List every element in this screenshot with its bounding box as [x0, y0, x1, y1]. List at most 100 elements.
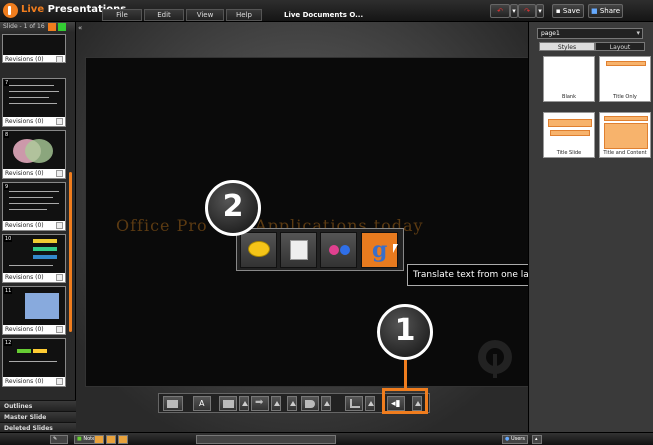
d-shape-icon — [305, 400, 315, 408]
save-button[interactable]: ▪ Save — [552, 4, 584, 18]
document-title: Live Documents O... — [284, 11, 364, 19]
app-logo-icon — [3, 3, 18, 18]
insert-text-button[interactable]: A — [193, 396, 211, 411]
shape-more-button[interactable] — [321, 396, 331, 411]
status-bar: ■ Notes ✎ ● Users ▴ — [0, 432, 653, 445]
top-bar: Live Presentations File Edit View Help L… — [0, 0, 653, 22]
slide-thumbnail[interactable]: 8 Revisions (0) — [2, 130, 66, 179]
slides-panel: Slide - 1 of 16 Revisions (0) 7 Revision… — [0, 22, 76, 445]
shape-options-button[interactable] — [287, 396, 297, 411]
revisions-label: Revisions (0) — [3, 169, 65, 178]
users-expand[interactable]: ▴ — [532, 435, 542, 444]
undo-dropdown[interactable]: ▾ — [510, 4, 518, 18]
layout-title-slide[interactable]: Title Slide — [543, 112, 595, 158]
slide-preview: 10 — [3, 235, 65, 273]
outlines-section[interactable]: Outlines — [0, 400, 76, 411]
watermark-logo-icon — [478, 340, 512, 378]
save-icon: ▪ — [555, 7, 561, 15]
wrench-icon: ✎ — [53, 436, 58, 442]
menu-file[interactable]: File — [102, 9, 142, 21]
page-nav-first[interactable] — [94, 435, 104, 444]
slide-preview: 7 — [3, 79, 65, 117]
slide-thumbnail[interactable]: 12 Revisions (0) — [2, 338, 66, 387]
highlight-frame — [382, 388, 428, 414]
menu-help[interactable]: Help — [226, 9, 262, 21]
slide-thumbnail[interactable]: 9 Revisions (0) — [2, 182, 66, 231]
folder-icon[interactable] — [48, 23, 56, 31]
chart-icon — [350, 399, 360, 408]
insert-image-button[interactable] — [163, 396, 183, 411]
plugin-popup: g — [236, 228, 404, 271]
slide-preview — [3, 35, 65, 55]
layout-title-only[interactable]: Title Only — [599, 56, 651, 102]
slide-preview: 9 — [3, 183, 65, 221]
flickr-dot — [340, 245, 350, 255]
insert-arrow-button[interactable]: ➡ — [251, 396, 269, 411]
slide-preview: 11 — [3, 287, 65, 325]
quote-plugin-button[interactable] — [240, 232, 277, 268]
page-select[interactable]: page1 — [537, 28, 643, 39]
document-icon — [56, 222, 63, 229]
callout-connector — [404, 360, 407, 389]
share-button[interactable]: ■ Share — [588, 4, 623, 18]
insert-shape-button[interactable] — [301, 396, 319, 411]
insert-chart-button[interactable] — [345, 396, 363, 411]
slide-thumbnail[interactable]: 10 Revisions (0) — [2, 234, 66, 283]
document-icon — [56, 274, 63, 281]
slide-preview: 8 — [3, 131, 65, 169]
users-button[interactable]: ● Users — [502, 435, 528, 444]
slide-thumbnail[interactable]: Revisions (0) — [2, 34, 66, 63]
revisions-label: Revisions (0) — [3, 325, 65, 334]
document-icon — [56, 170, 63, 177]
revisions-label: Revisions (0) — [3, 117, 65, 126]
slide-canvas[interactable]: Office Pro uite Applications today — [85, 57, 530, 387]
revisions-label: Revisions (0) — [3, 55, 65, 64]
slides-scrollbar[interactable] — [69, 172, 72, 332]
redo-icon: ↷ — [524, 7, 530, 15]
callout-step-two: 2 — [205, 180, 261, 236]
redo-button[interactable]: ↷ — [518, 4, 536, 18]
users-icon: ● — [505, 436, 510, 442]
add-slide-icon[interactable] — [58, 23, 66, 31]
chevron-down-icon: ▾ — [512, 7, 516, 15]
layout-blank[interactable]: Blank — [543, 56, 595, 102]
chart-options-button[interactable] — [365, 396, 375, 411]
page-nav-next[interactable] — [106, 435, 116, 444]
slide-thumbnail[interactable]: 11 Revisions (0) — [2, 286, 66, 335]
insert-rectangle-button[interactable] — [219, 396, 237, 411]
chevron-up-icon: ▴ — [535, 436, 538, 442]
page-nav-last[interactable] — [118, 435, 128, 444]
notes-icon: ■ — [77, 436, 82, 442]
redo-dropdown[interactable]: ▾ — [536, 4, 544, 18]
document-icon — [56, 378, 63, 385]
tab-styles[interactable]: Styles — [539, 42, 595, 51]
undo-icon: ↶ — [497, 7, 503, 15]
slide-preview: 12 — [3, 339, 65, 377]
arrow-icon: ➡ — [255, 397, 264, 408]
document-icon — [56, 56, 63, 63]
layout-title-and-content[interactable]: Title and Content — [599, 112, 651, 158]
mini-toolbar[interactable] — [196, 435, 336, 444]
mouse-cursor-icon — [393, 244, 398, 253]
revisions-label: Revisions (0) — [3, 221, 65, 230]
layout-panel: page1 Styles Layout Blank Title Only Tit… — [528, 22, 653, 445]
document-icon — [56, 326, 63, 333]
undo-button[interactable]: ↶ — [490, 4, 510, 18]
settings-button[interactable]: ✎ — [50, 435, 68, 444]
slides-panel-header: Slide - 1 of 16 — [0, 22, 75, 32]
menu-view[interactable]: View — [186, 9, 224, 21]
speech-bubble-icon — [248, 241, 270, 257]
slide-thumbnail[interactable]: 7 Revisions (0) — [2, 78, 66, 127]
tab-layout[interactable]: Layout — [595, 42, 645, 51]
rectangle-icon — [223, 400, 234, 408]
callout-step-one: 1 — [377, 304, 433, 360]
arrow-options-button[interactable] — [271, 396, 281, 411]
search-plugin-button[interactable] — [280, 232, 317, 268]
collapse-left-icon[interactable]: « — [78, 24, 82, 32]
image-icon — [167, 400, 178, 408]
text-icon: A — [199, 399, 205, 408]
master-slide-section[interactable]: Master Slide — [0, 411, 76, 422]
flickr-plugin-button[interactable] — [320, 232, 357, 268]
rectangle-options-button[interactable] — [239, 396, 249, 411]
menu-edit[interactable]: Edit — [144, 9, 184, 21]
